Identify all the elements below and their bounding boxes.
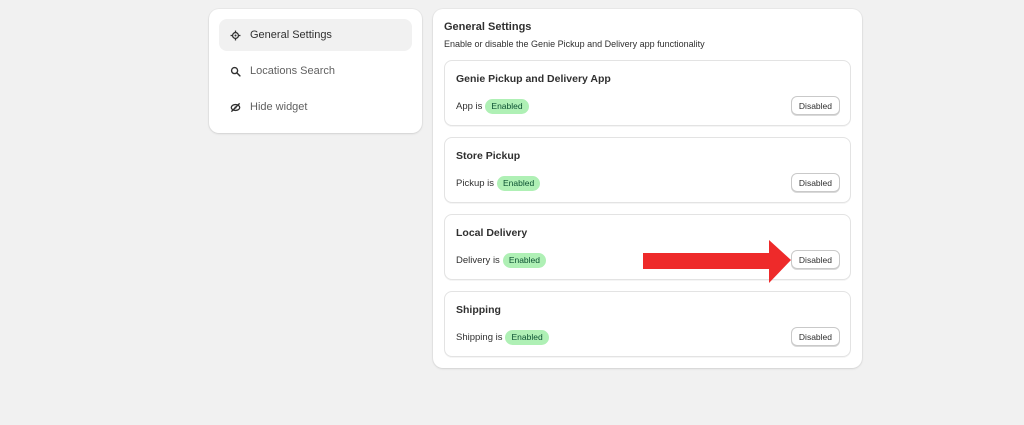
disable-delivery-button[interactable]: Disabled [790, 250, 840, 269]
nav-item-hide-widget[interactable]: Hide widget [219, 91, 412, 123]
nav-item-label: Locations Search [250, 65, 335, 77]
status-prefix: App is [456, 101, 483, 112]
nav-item-general-settings[interactable]: General Settings [219, 19, 412, 51]
section-status: Shipping is Enabled [456, 330, 549, 345]
status-badge: Enabled [505, 330, 549, 345]
status-prefix: Delivery is [456, 255, 500, 266]
section-status: App is Enabled [456, 99, 529, 114]
status-badge: Enabled [502, 253, 547, 268]
section-store-pickup: Store Pickup Pickup is Enabled Disabled [444, 137, 851, 203]
section-app: Genie Pickup and Delivery App App is Ena… [444, 60, 851, 126]
status-badge: Enabled [485, 99, 529, 114]
disable-app-button[interactable]: Disabled [790, 96, 840, 115]
status-prefix: Pickup is [456, 178, 495, 189]
search-icon [229, 65, 241, 77]
section-status: Pickup is Enabled [456, 176, 541, 191]
nav-item-label: Hide widget [250, 101, 308, 113]
hide-icon [229, 101, 241, 113]
nav-item-locations-search[interactable]: Locations Search [219, 55, 412, 87]
section-status: Delivery is Enabled [456, 253, 547, 268]
general-settings-card: General Settings Enable or disable the G… [433, 9, 862, 368]
annotation-arrow-icon [643, 240, 791, 283]
section-title: Store Pickup [456, 150, 521, 162]
page-subtitle: Enable or disable the Genie Pickup and D… [444, 39, 705, 49]
section-title: Shipping [456, 304, 501, 316]
status-badge: Enabled [497, 176, 541, 191]
section-shipping: Shipping Shipping is Enabled Disabled [444, 291, 851, 357]
section-title: Genie Pickup and Delivery App [456, 73, 611, 85]
disable-shipping-button[interactable]: Disabled [790, 327, 840, 346]
nav-item-label: General Settings [250, 29, 332, 41]
section-title: Local Delivery [456, 227, 528, 239]
settings-nav: General Settings Locations Search Hide w… [209, 9, 422, 133]
gear-icon [229, 29, 241, 41]
status-prefix: Shipping is [456, 332, 503, 343]
page-title: General Settings [444, 21, 532, 33]
disable-pickup-button[interactable]: Disabled [790, 173, 840, 192]
